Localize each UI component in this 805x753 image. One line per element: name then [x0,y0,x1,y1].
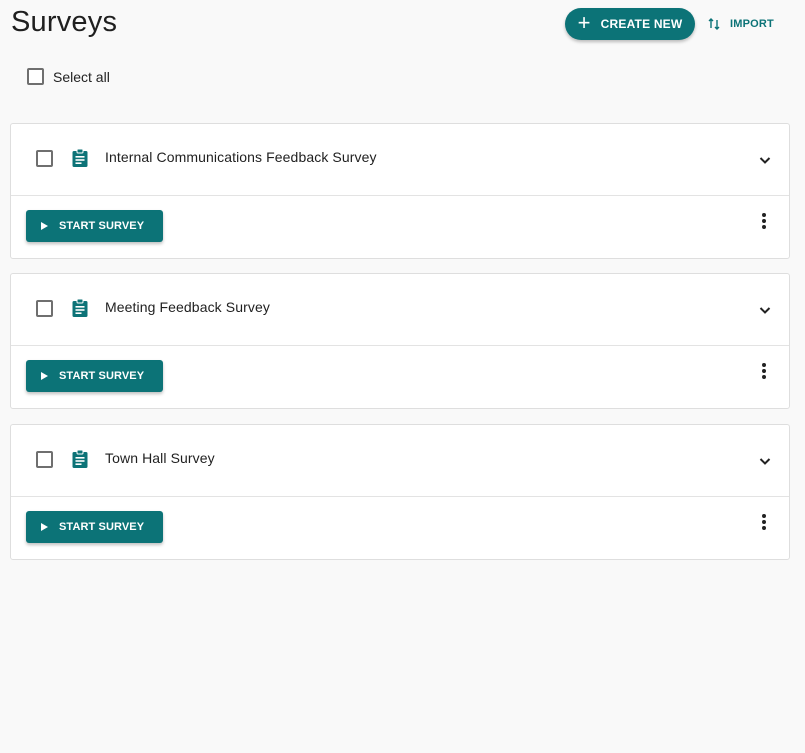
page-title: Surveys [11,6,118,38]
import-arrows-icon [708,18,720,30]
import-label: IMPORT [730,18,774,30]
survey-title: Meeting Feedback Survey [105,299,270,315]
survey-card-header[interactable]: Town Hall Survey [11,425,789,497]
clipboard-icon [72,298,88,317]
play-icon [41,523,48,531]
start-survey-button[interactable]: START SURVEY [26,360,163,392]
start-survey-label: START SURVEY [59,370,145,382]
survey-card-header[interactable]: Internal Communications Feedback Survey [11,124,789,196]
select-all-label: Select all [53,68,110,85]
survey-card-actions: START SURVEY [11,497,789,559]
survey-card: Meeting Feedback Survey START SURVEY [10,273,790,409]
more-vertical-icon[interactable] [759,512,769,532]
start-survey-button[interactable]: START SURVEY [26,511,163,543]
chevron-down-icon[interactable] [757,302,773,318]
survey-title: Town Hall Survey [105,450,215,466]
survey-checkbox[interactable] [36,150,53,167]
start-survey-label: START SURVEY [59,521,145,533]
create-new-label: CREATE NEW [600,17,683,31]
play-icon [41,372,48,380]
select-all[interactable]: Select all [27,68,110,85]
survey-title: Internal Communications Feedback Survey [105,149,377,165]
survey-card: Town Hall Survey START SURVEY [10,424,790,560]
chevron-down-icon[interactable] [757,453,773,469]
start-survey-button[interactable]: START SURVEY [26,210,163,242]
survey-checkbox[interactable] [36,451,53,468]
survey-card-actions: START SURVEY [11,196,789,258]
chevron-down-icon[interactable] [757,152,773,168]
create-new-button[interactable]: + CREATE NEW [565,8,695,40]
surveys-page: Surveys + CREATE NEW IMPORT Select all I… [0,0,805,753]
start-survey-label: START SURVEY [59,220,145,232]
clipboard-icon [72,148,88,167]
survey-checkbox[interactable] [36,300,53,317]
import-button[interactable]: IMPORT [707,14,774,34]
more-vertical-icon[interactable] [759,361,769,381]
select-all-checkbox[interactable] [27,68,44,85]
plus-icon: + [577,10,591,35]
survey-card: Internal Communications Feedback Survey … [10,123,790,259]
survey-card-header[interactable]: Meeting Feedback Survey [11,274,789,346]
play-icon [41,222,48,230]
more-vertical-icon[interactable] [759,211,769,231]
clipboard-icon [72,449,88,468]
survey-card-actions: START SURVEY [11,346,789,408]
